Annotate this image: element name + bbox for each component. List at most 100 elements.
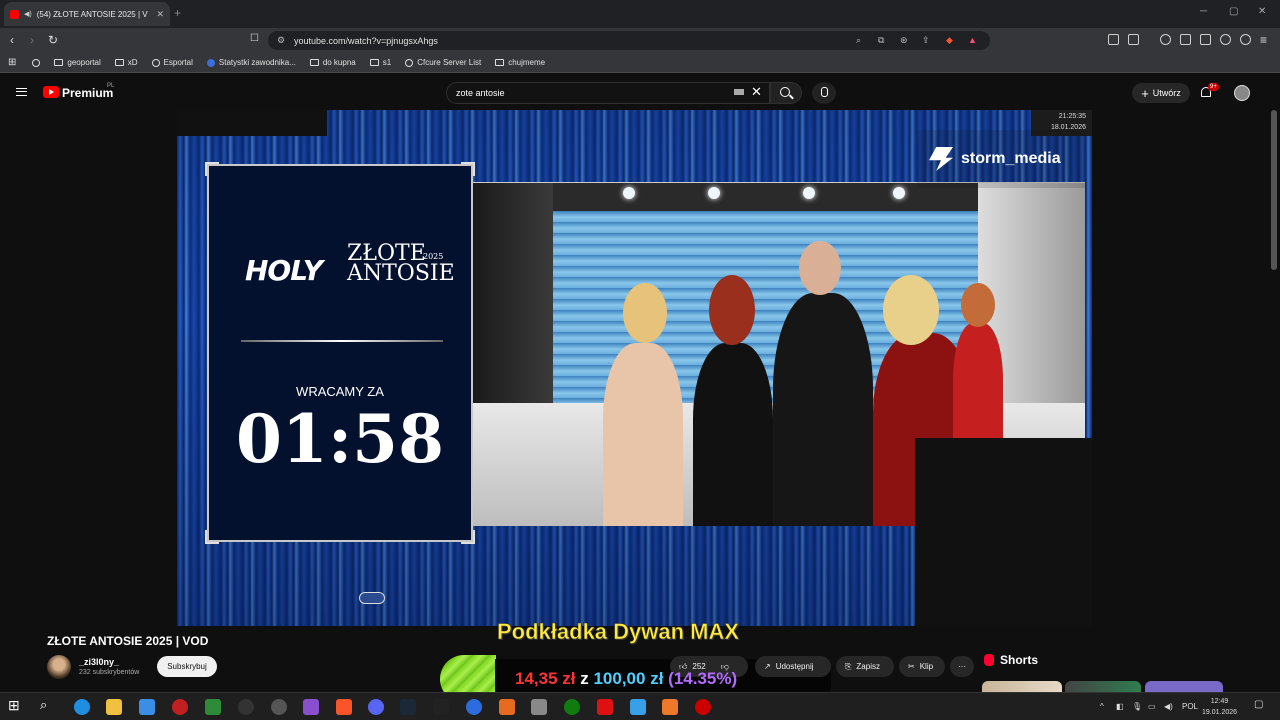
app-icon[interactable] — [630, 699, 646, 715]
bookmark-esportal[interactable]: Esportal — [151, 58, 193, 67]
bookmark-label: Cfcure Server List — [417, 58, 482, 67]
bookmark-geoportal[interactable]: geoportal — [54, 58, 101, 67]
share-page-icon[interactable]: ⇪ — [922, 35, 930, 46]
search-icon — [780, 87, 790, 97]
tray-app-icon[interactable]: ◧ — [1116, 702, 1124, 711]
xbox-icon[interactable] — [564, 699, 580, 715]
brave-rewards-icon[interactable]: ▲ — [968, 35, 977, 45]
app-icon[interactable] — [499, 699, 515, 715]
bookmark-item[interactable] — [32, 58, 41, 67]
steam-icon[interactable] — [400, 699, 416, 715]
bookmark-star-icon[interactable]: ☐ — [250, 33, 259, 44]
save-button[interactable]: ⎘ Zapisz — [836, 656, 894, 677]
microphone-tray-icon[interactable]: 🎙︎ — [1132, 702, 1142, 711]
channel-avatar[interactable] — [47, 655, 71, 679]
speaker-icon[interactable]: ◀) — [24, 10, 32, 18]
app-icon[interactable] — [662, 699, 678, 715]
extension-2-icon[interactable] — [1128, 34, 1139, 45]
app-icon[interactable] — [172, 699, 188, 715]
volume-icon[interactable]: ◀) — [1164, 702, 1173, 711]
zoom-icon[interactable]: ⌕ — [856, 35, 861, 46]
media-icon[interactable] — [1160, 34, 1171, 45]
window-close-icon[interactable]: ✕ — [1258, 6, 1266, 17]
video-player[interactable]: 21:25:35 18.01.2026 HOLY ZŁOTE ANTOSIE 2… — [177, 110, 1092, 626]
clear-search-icon[interactable]: ✕ — [751, 84, 762, 100]
bookmark-chujmeme[interactable]: chujmeme — [495, 58, 545, 67]
search-button[interactable] — [770, 82, 802, 104]
app-icon[interactable] — [531, 699, 547, 715]
voice-search-icon[interactable] — [812, 82, 836, 104]
share-button[interactable]: ↗ Udostępnij — [755, 656, 831, 677]
youtube-logo-icon[interactable] — [43, 86, 59, 98]
notifications-center-icon[interactable]: ▢ — [1254, 699, 1263, 710]
windows-taskbar: ⊞ ⌕ ^ ◧ 🎙︎ ▭ ◀) POL 12:49 19.01.2026 ▢ — [0, 692, 1280, 720]
keyboard-icon[interactable] — [734, 89, 744, 95]
bookmark-cfcure[interactable]: Cfcure Server List — [405, 58, 481, 67]
leo-ai-icon[interactable] — [1220, 34, 1231, 45]
start-icon[interactable]: ⊞ — [8, 697, 24, 713]
maximize-icon[interactable]: ▢ — [1229, 6, 1238, 17]
back-icon[interactable]: ‹ — [10, 33, 14, 47]
app-icon[interactable] — [238, 699, 254, 715]
stage-light — [893, 187, 905, 199]
search-taskbar-icon[interactable]: ⌕ — [40, 697, 56, 713]
language-indicator[interactable]: POL — [1182, 702, 1198, 711]
app-icon[interactable] — [695, 699, 711, 715]
site-info-icon[interactable]: ⚙ — [277, 35, 285, 46]
donation-of: z — [580, 669, 589, 688]
screenshot-icon[interactable]: ⧉ — [878, 35, 884, 46]
account-avatar[interactable] — [1234, 85, 1250, 101]
search-input[interactable]: zote antosie — [446, 82, 770, 104]
new-tab-icon[interactable]: + — [174, 6, 181, 20]
clip-button[interactable]: ✂ Klip — [899, 656, 945, 677]
clock-time: 12:49 — [1210, 698, 1229, 705]
bookmark-do-kupna[interactable]: do kupna — [309, 58, 356, 67]
settings-icon[interactable] — [271, 699, 287, 715]
reload-icon[interactable]: ↻ — [48, 33, 58, 47]
epic-games-icon[interactable] — [433, 699, 449, 715]
bookmark-statystki[interactable]: Statystki zawodnika... — [206, 58, 296, 67]
vpn-icon[interactable] — [1240, 34, 1251, 45]
sidebar-toggle-icon[interactable] — [1180, 34, 1191, 45]
app-icon[interactable] — [205, 699, 221, 715]
app-icon[interactable] — [139, 699, 155, 715]
app-icon[interactable] — [597, 699, 613, 715]
network-icon[interactable]: ▭ — [1148, 702, 1156, 711]
taskbar-clock[interactable]: 12:49 19.01.2026 — [1202, 696, 1237, 718]
tray-chevron-icon[interactable]: ^ — [1100, 702, 1104, 711]
address-bar[interactable]: ⚙ youtube.com/watch?v=pjnugsxAhgs ⌕ ⧉ ⊛ … — [268, 31, 990, 50]
translate-icon[interactable]: ⊛ — [900, 35, 908, 46]
apps-grid-icon[interactable]: ⊞ — [8, 57, 16, 68]
bookmark-label: chujmeme — [508, 58, 546, 67]
more-actions-button[interactable]: ··· — [950, 656, 974, 677]
bookmark-xd[interactable]: xD — [114, 58, 138, 67]
minimize-icon[interactable]: ─ — [1200, 6, 1207, 17]
app-icon[interactable] — [303, 699, 319, 715]
storm-media-watermark: storm_media — [917, 130, 1085, 188]
player-overlay-block — [177, 110, 327, 136]
browser-tab-active[interactable]: ◀) (54) ZŁOTE ANTOSIE 2025 | V ✕ — [4, 2, 170, 26]
create-button[interactable]: + Utwórz — [1132, 83, 1190, 103]
extensions-icon[interactable] — [1108, 34, 1119, 45]
app-icon[interactable] — [466, 699, 482, 715]
file-explorer-icon[interactable] — [106, 699, 122, 715]
browser-menu-icon[interactable]: ≡ — [1260, 33, 1267, 47]
share-label: Udostępnij — [775, 662, 814, 671]
close-tab-icon[interactable]: ✕ — [156, 9, 164, 20]
youtube-premium-label[interactable]: Premium — [62, 86, 113, 100]
divider — [241, 340, 443, 342]
page-scrollbar[interactable] — [1271, 110, 1277, 270]
bookmark-s1[interactable]: s1 — [369, 58, 391, 67]
subscribe-button[interactable]: Subskrybuj — [157, 656, 217, 677]
save-label: Zapisz — [856, 662, 880, 671]
edge-icon[interactable] — [74, 699, 90, 715]
discord-icon[interactable] — [368, 699, 384, 715]
shorts-shelf-header[interactable]: Shorts — [984, 653, 1038, 667]
brave-icon[interactable] — [336, 699, 352, 715]
forward-icon[interactable]: › — [30, 33, 34, 47]
brave-shield-icon[interactable]: ◆ — [946, 35, 953, 46]
person-2 — [693, 343, 773, 526]
menu-icon[interactable] — [16, 88, 27, 96]
wallet-icon[interactable] — [1200, 34, 1211, 45]
channel-name[interactable]: _zi3l0ny_ — [79, 657, 119, 667]
